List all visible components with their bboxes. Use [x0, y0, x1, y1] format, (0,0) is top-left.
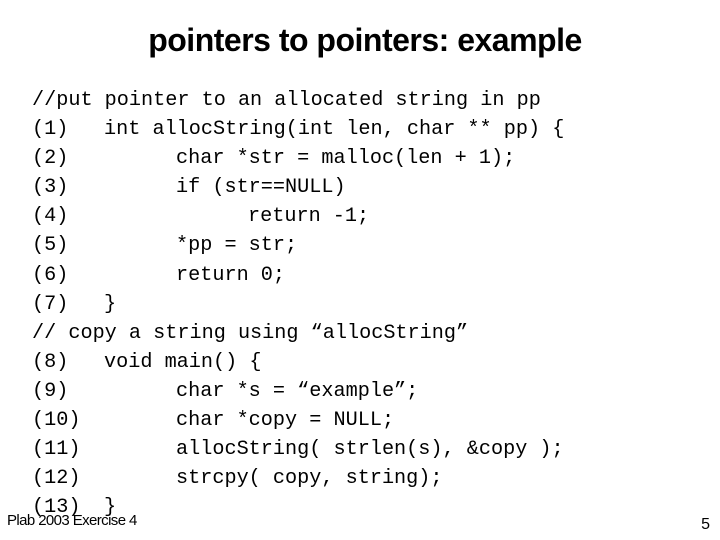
code-text: void main() { — [104, 350, 262, 374]
code-text: return 0; — [176, 263, 286, 287]
line-number: (6) — [32, 263, 69, 287]
line-number: (2) — [32, 147, 69, 171]
line-number: (9) — [32, 379, 69, 403]
line-number: (10) — [32, 409, 81, 433]
code-text: //put pointer to an allocated string in … — [32, 89, 541, 112]
slide-title: pointers to pointers: example — [148, 22, 582, 58]
footer-course-label: Plab 2003 Exercise 4 — [7, 512, 137, 529]
code-text: // copy a string using “allocString” — [32, 321, 469, 345]
page-number: 5 — [701, 516, 710, 533]
code-text: if (str==NULL) — [176, 176, 346, 200]
line-number: (3) — [32, 176, 69, 200]
code-text: *pp = str; — [176, 234, 298, 258]
line-number: (5) — [32, 234, 69, 258]
code-text: return -1; — [248, 205, 370, 229]
line-number: (12) — [32, 467, 81, 491]
line-number: (4) — [32, 205, 69, 229]
code-text: strcpy( copy, string); — [176, 467, 443, 491]
line-number: (11) — [32, 438, 81, 462]
code-text: char *str = malloc(len + 1); — [176, 147, 516, 171]
code-text: allocString( strlen(s), &copy ); — [176, 438, 564, 462]
code-text: char *copy = NULL; — [176, 409, 395, 433]
line-number: (8) — [32, 350, 69, 374]
code-text: int allocString(int len, char ** pp) { — [104, 118, 565, 142]
code-text: char *s = “example”; — [176, 379, 419, 403]
line-number: (7) — [32, 292, 69, 316]
line-number: (1) — [32, 118, 69, 142]
code-text: } — [104, 292, 117, 316]
